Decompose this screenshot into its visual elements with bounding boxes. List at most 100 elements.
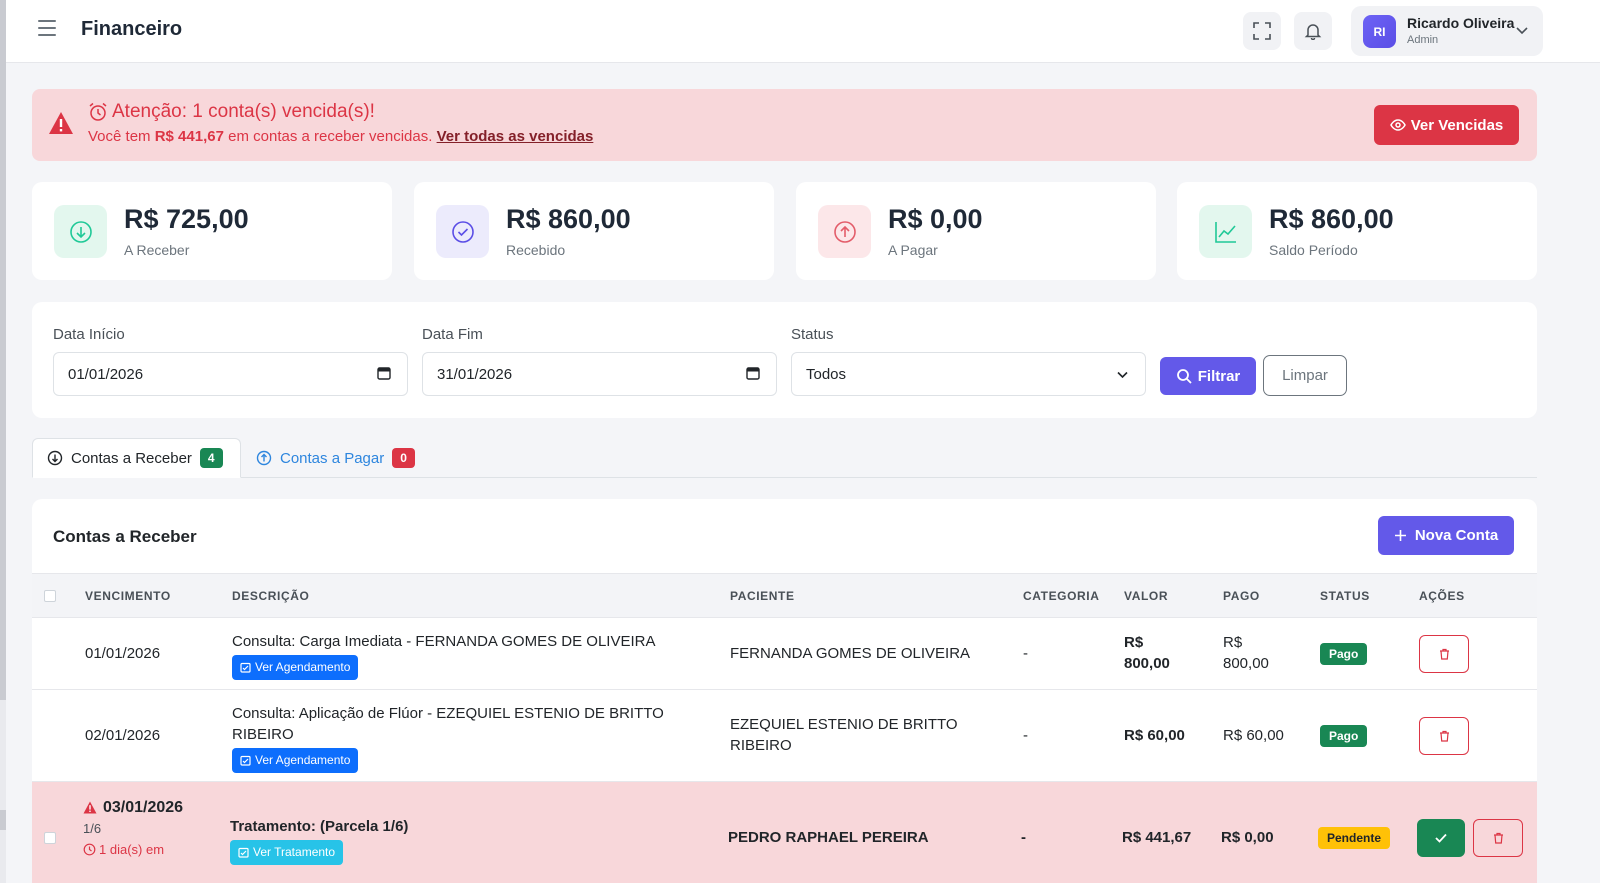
column-header-description[interactable]: DESCRIÇÃO	[232, 589, 309, 603]
delete-button[interactable]	[1419, 717, 1469, 755]
tab-receivables-label: Contas a Receber	[71, 449, 192, 467]
row-patient-line2: RIBEIRO	[730, 737, 792, 754]
row-patient: FERNANDA GOMES DE OLIVEIRA	[730, 645, 971, 662]
alert-text-suffix: em contas a receber vencidas.	[228, 128, 433, 145]
column-header-due[interactable]: VENCIMENTO	[85, 589, 171, 603]
calendar-check-icon	[240, 755, 251, 766]
tab-count-badge: 4	[199, 448, 223, 468]
avatar: RI	[1363, 15, 1396, 48]
view-all-overdue-link[interactable]: Ver todas as vencidas	[437, 128, 594, 145]
column-header-patient[interactable]: PACIENTE	[730, 589, 795, 603]
user-role: Admin	[1407, 34, 1439, 46]
arrow-up-circle-icon	[256, 450, 272, 466]
row-paid: R$ 60,00	[1223, 727, 1284, 744]
tab-receivables[interactable]: Contas a Receber 4	[32, 438, 241, 478]
account-tabs: Contas a Receber 4 Contas a Pagar 0	[32, 438, 1537, 478]
table-title: Contas a Receber	[53, 527, 197, 546]
select-all-checkbox[interactable]	[44, 590, 56, 602]
start-date-input[interactable]: 01/01/2026	[53, 352, 408, 396]
row-overdue-info: 1 dia(s) em	[83, 839, 183, 860]
view-appointment-link[interactable]: Ver Agendamento	[232, 655, 359, 680]
calendar-icon[interactable]	[746, 366, 760, 380]
stat-card-received: R$ 860,00 Recebido	[414, 182, 774, 280]
row-paid-line2: 800,00	[1223, 655, 1269, 672]
check-circle-icon	[451, 220, 474, 243]
table-row-overdue[interactable]: 03/01/2026 1/6 1 dia(s) em Tratamento: (…	[32, 782, 1537, 883]
new-account-button[interactable]: Nova Conta	[1378, 516, 1514, 555]
chart-line-icon	[1214, 221, 1236, 243]
table-header: VENCIMENTO DESCRIÇÃO PACIENTE CATEGORIA …	[32, 573, 1537, 618]
row-paid-line1: R$	[1223, 634, 1243, 651]
stat-label: A Pagar	[888, 242, 938, 258]
row-installment: 1/6	[83, 821, 102, 836]
fullscreen-button[interactable]	[1243, 12, 1281, 50]
view-appointment-label: Ver Agendamento	[255, 753, 351, 767]
stat-value: R$ 860,00	[506, 204, 631, 234]
alert-title: Atenção: 1 conta(s) vencida(s)!	[88, 101, 375, 123]
alarm-clock-icon	[89, 102, 107, 121]
scrollbar-thumb[interactable]	[0, 0, 6, 700]
trash-icon	[1439, 648, 1449, 660]
scrollbar-thumb-lower[interactable]	[0, 810, 6, 830]
stat-icon-box	[818, 205, 871, 258]
tab-count-badge: 0	[392, 448, 415, 468]
overdue-alert: Atenção: 1 conta(s) vencida(s)! Você tem…	[32, 89, 1537, 161]
delete-button[interactable]	[1419, 635, 1469, 673]
table-row[interactable]: 01/01/2026 Consulta: Carga Imediata - FE…	[32, 618, 1537, 690]
view-appointment-label: Ver Agendamento	[255, 660, 351, 674]
status-badge: Pendente	[1318, 827, 1391, 849]
view-treatment-link[interactable]: Ver Tratamento	[230, 840, 344, 865]
row-overdue-text: 1 dia(s) em	[99, 842, 165, 857]
column-header-status[interactable]: STATUS	[1320, 589, 1370, 603]
new-account-label: Nova Conta	[1414, 527, 1499, 544]
view-treatment-label: Ver Tratamento	[253, 845, 336, 859]
row-due-date: 03/01/2026 1/6 1 dia(s) em	[83, 797, 183, 860]
user-menu[interactable]: RI Ricardo Oliveira Admin	[1351, 6, 1543, 56]
view-overdue-button[interactable]: Ver Vencidas	[1374, 105, 1519, 145]
row-patient-line1: EZEQUIEL ESTENIO DE BRITTO	[730, 716, 958, 733]
delete-button[interactable]	[1473, 819, 1523, 857]
stat-label: A Receber	[124, 242, 190, 258]
column-header-paid[interactable]: PAGO	[1223, 589, 1260, 603]
calendar-icon[interactable]	[377, 366, 391, 380]
view-appointment-link[interactable]: Ver Agendamento	[232, 748, 359, 773]
menu-toggle-icon[interactable]	[38, 20, 56, 40]
mark-paid-button[interactable]	[1417, 819, 1465, 857]
start-date-label: Data Início	[53, 326, 125, 343]
status-badge: Pago	[1320, 643, 1368, 665]
row-value-line1: R$	[1124, 634, 1144, 651]
row-checkbox[interactable]	[44, 832, 56, 844]
left-scrollbar[interactable]	[0, 0, 6, 883]
status-badge: Pago	[1320, 725, 1368, 747]
filter-panel: Data Início 01/01/2026 Data Fim 31/01/20…	[32, 302, 1537, 418]
receivables-table-card: Contas a Receber Nova Conta VENCIMENTO D…	[32, 499, 1537, 883]
status-label: Status	[791, 326, 834, 343]
column-header-value[interactable]: VALOR	[1124, 589, 1168, 603]
row-due-date: 01/01/2026	[85, 645, 161, 662]
page-title: Financeiro	[81, 18, 183, 40]
end-date-input[interactable]: 31/01/2026	[422, 352, 777, 396]
warning-triangle-icon	[83, 801, 97, 814]
alert-amount: R$ 441,67	[154, 128, 224, 145]
start-date-value: 01/01/2026	[68, 365, 144, 383]
table-row[interactable]: 02/01/2026 Consulta: Aplicação de Flúor …	[32, 690, 1537, 782]
filter-button[interactable]: Filtrar	[1160, 357, 1256, 395]
stat-card-payable: R$ 0,00 A Pagar	[796, 182, 1156, 280]
arrow-down-circle-icon	[69, 220, 92, 243]
status-select[interactable]: Todos	[791, 352, 1146, 396]
tab-payables[interactable]: Contas a Pagar 0	[242, 438, 429, 478]
column-header-category[interactable]: CATEGORIA	[1023, 589, 1100, 603]
plus-icon	[1394, 530, 1406, 541]
stat-label: Saldo Período	[1269, 242, 1358, 258]
bell-icon	[1304, 24, 1322, 40]
row-category: -	[1023, 645, 1028, 662]
column-header-actions: AÇÕES	[1419, 589, 1465, 603]
row-value: R$ 441,67	[1122, 829, 1192, 846]
warning-triangle-icon	[49, 112, 73, 134]
end-date-value: 31/01/2026	[437, 365, 513, 383]
clear-button[interactable]: Limpar	[1263, 355, 1347, 396]
notifications-button[interactable]	[1294, 12, 1332, 50]
row-value: R$ 800,00	[1124, 632, 1170, 674]
row-description-text: Consulta: Carga Imediata - FERNANDA GOME…	[232, 633, 656, 650]
stat-value: R$ 0,00	[888, 204, 983, 234]
